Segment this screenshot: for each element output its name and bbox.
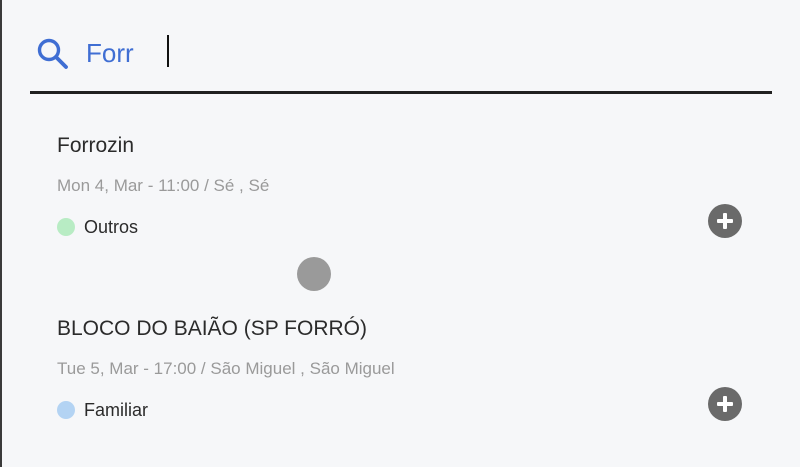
event-category-label: Familiar — [84, 400, 149, 420]
event-item[interactable]: BLOCO DO BAIÃO (SP FORRÓ) Tue 5, Mar - 1… — [57, 316, 757, 421]
event-category: Outros — [57, 216, 757, 238]
event-meta: Tue 5, Mar - 17:00 / São Miguel , São Mi… — [57, 359, 395, 378]
category-dot-icon — [57, 218, 75, 236]
event-meta: Mon 4, Mar - 11:00 / Sé , Sé — [57, 176, 270, 195]
event-title: BLOCO DO BAIÃO (SP FORRÓ) — [57, 317, 367, 340]
event-title: Forrozin — [57, 134, 135, 157]
window-left-border — [0, 0, 2, 467]
search-input[interactable] — [86, 32, 746, 74]
search-icon[interactable] — [35, 36, 71, 72]
touch-cursor-icon — [297, 257, 331, 291]
category-dot-icon — [57, 401, 75, 419]
event-item[interactable]: Forrozin Mon 4, Mar - 11:00 / Sé , Sé Ou… — [57, 133, 757, 238]
search-bar — [30, 22, 772, 94]
event-category-label: Outros — [84, 217, 139, 237]
add-event-button[interactable] — [708, 204, 742, 238]
add-event-button[interactable] — [708, 387, 742, 421]
event-category: Familiar — [57, 399, 757, 421]
text-cursor — [167, 35, 169, 67]
